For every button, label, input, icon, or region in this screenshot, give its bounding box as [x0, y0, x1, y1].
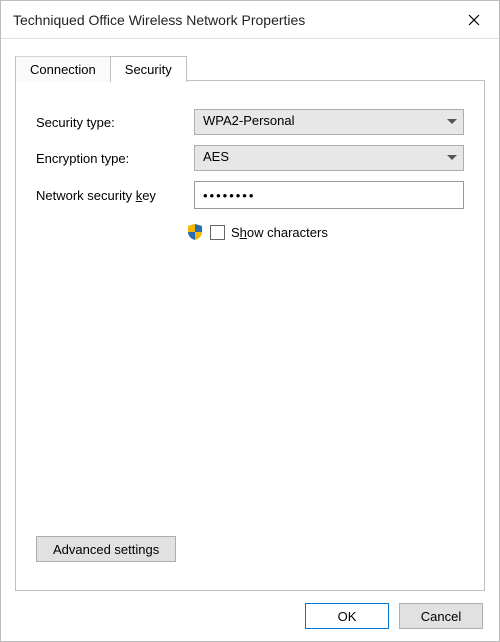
dialog-button-row: OK Cancel [1, 591, 499, 641]
dialog-window: Techniqued Office Wireless Network Prope… [0, 0, 500, 642]
advanced-settings-wrap: Advanced settings [36, 536, 464, 562]
ok-button-label: OK [338, 609, 357, 624]
tab-strip: Connection Security [15, 53, 485, 81]
combo-security-type-value: WPA2-Personal [195, 110, 441, 134]
close-button[interactable] [451, 2, 497, 38]
row-show-characters: Show characters [186, 223, 464, 241]
tab-security[interactable]: Security [110, 56, 187, 82]
combo-security-type[interactable]: WPA2-Personal [194, 109, 464, 135]
input-network-key[interactable] [194, 181, 464, 209]
label-security-type: Security type: [36, 115, 186, 130]
window-title: Techniqued Office Wireless Network Prope… [13, 12, 443, 28]
cancel-button[interactable]: Cancel [399, 603, 483, 629]
chevron-down-icon [441, 146, 463, 170]
advanced-settings-button[interactable]: Advanced settings [36, 536, 176, 562]
tab-connection-label: Connection [30, 62, 96, 77]
tab-page-security: Security type: WPA2-Personal Encryption … [15, 81, 485, 591]
row-encryption-type: Encryption type: AES [36, 145, 464, 171]
close-icon [468, 14, 480, 26]
combo-encryption-type-value: AES [195, 146, 441, 170]
label-show-characters[interactable]: Show characters [231, 225, 328, 240]
chevron-down-icon [441, 110, 463, 134]
label-network-key: Network security key [36, 188, 186, 203]
row-network-key: Network security key [36, 181, 464, 209]
tab-connection[interactable]: Connection [15, 56, 111, 81]
title-bar: Techniqued Office Wireless Network Prope… [1, 1, 499, 39]
spacer [36, 241, 464, 536]
label-encryption-type: Encryption type: [36, 151, 186, 166]
row-security-type: Security type: WPA2-Personal [36, 109, 464, 135]
tab-security-label: Security [125, 62, 172, 77]
combo-encryption-type[interactable]: AES [194, 145, 464, 171]
tab-strip-wrap: Connection Security [1, 39, 499, 81]
ok-button[interactable]: OK [305, 603, 389, 629]
checkbox-show-characters[interactable] [210, 225, 225, 240]
uac-shield-icon [186, 223, 204, 241]
cancel-button-label: Cancel [421, 609, 461, 624]
advanced-settings-label: Advanced settings [53, 542, 159, 557]
